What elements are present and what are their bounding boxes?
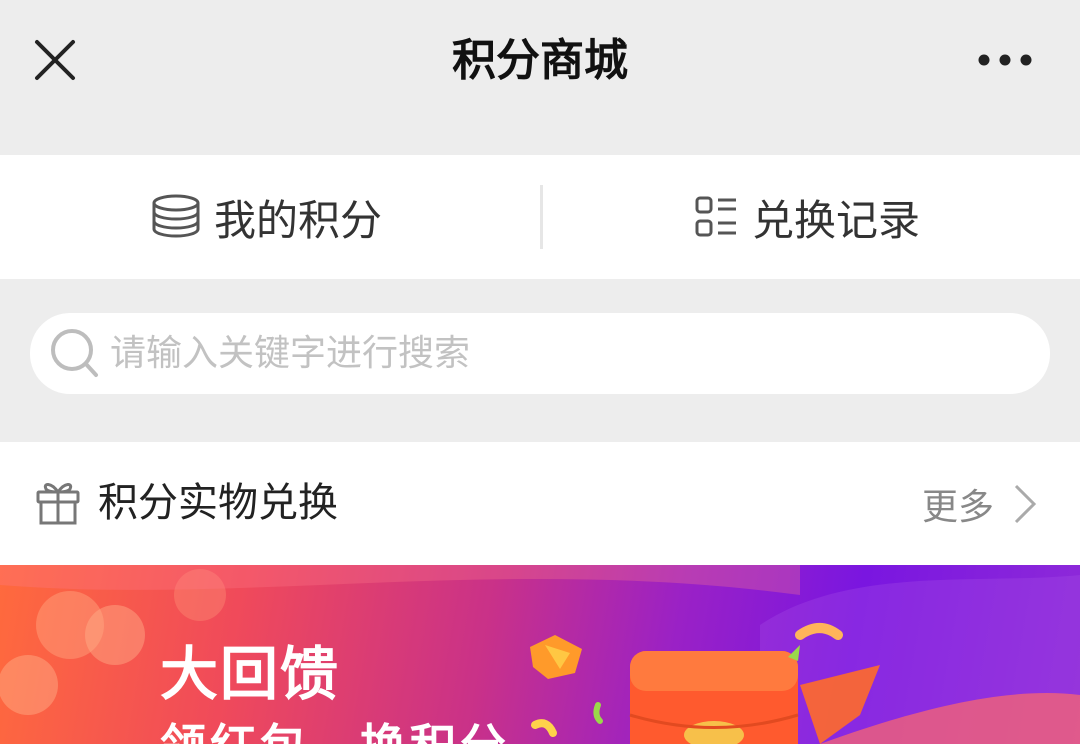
coin-stack-icon <box>152 194 200 238</box>
more-label: 更多 <box>922 486 995 528</box>
quick-nav: 我的积分 兑换记录 <box>0 155 1080 279</box>
banner-title: 大回馈 <box>160 640 341 708</box>
section-title: 积分实物兑换 <box>98 480 338 526</box>
banner-subtitle: 领红包，换积分 <box>160 710 510 744</box>
more-button[interactable] <box>972 40 1038 80</box>
exchange-records-button[interactable]: 兑换记录 <box>694 155 920 279</box>
my-points-label: 我的积分 <box>214 195 383 245</box>
search-input[interactable] <box>110 313 1010 394</box>
more-link[interactable]: 更多 <box>922 442 1040 565</box>
search-bar[interactable] <box>30 313 1050 394</box>
search-icon <box>51 329 98 377</box>
divider <box>540 185 543 249</box>
top-bar: 积分商城 <box>0 0 1080 124</box>
promo-banner[interactable]: 大回馈 领红包，换积分 <box>0 565 1080 744</box>
my-points-button[interactable]: 我的积分 <box>150 155 382 279</box>
list-icon <box>695 196 736 237</box>
page-title: 积分商城 <box>452 35 628 86</box>
exchange-records-label: 兑换记录 <box>752 195 921 245</box>
section-header: 积分实物兑换 更多 <box>0 442 1080 565</box>
chevron-right-icon <box>1014 484 1037 523</box>
more-dots-icon <box>978 54 1032 66</box>
gift-icon <box>36 483 80 525</box>
